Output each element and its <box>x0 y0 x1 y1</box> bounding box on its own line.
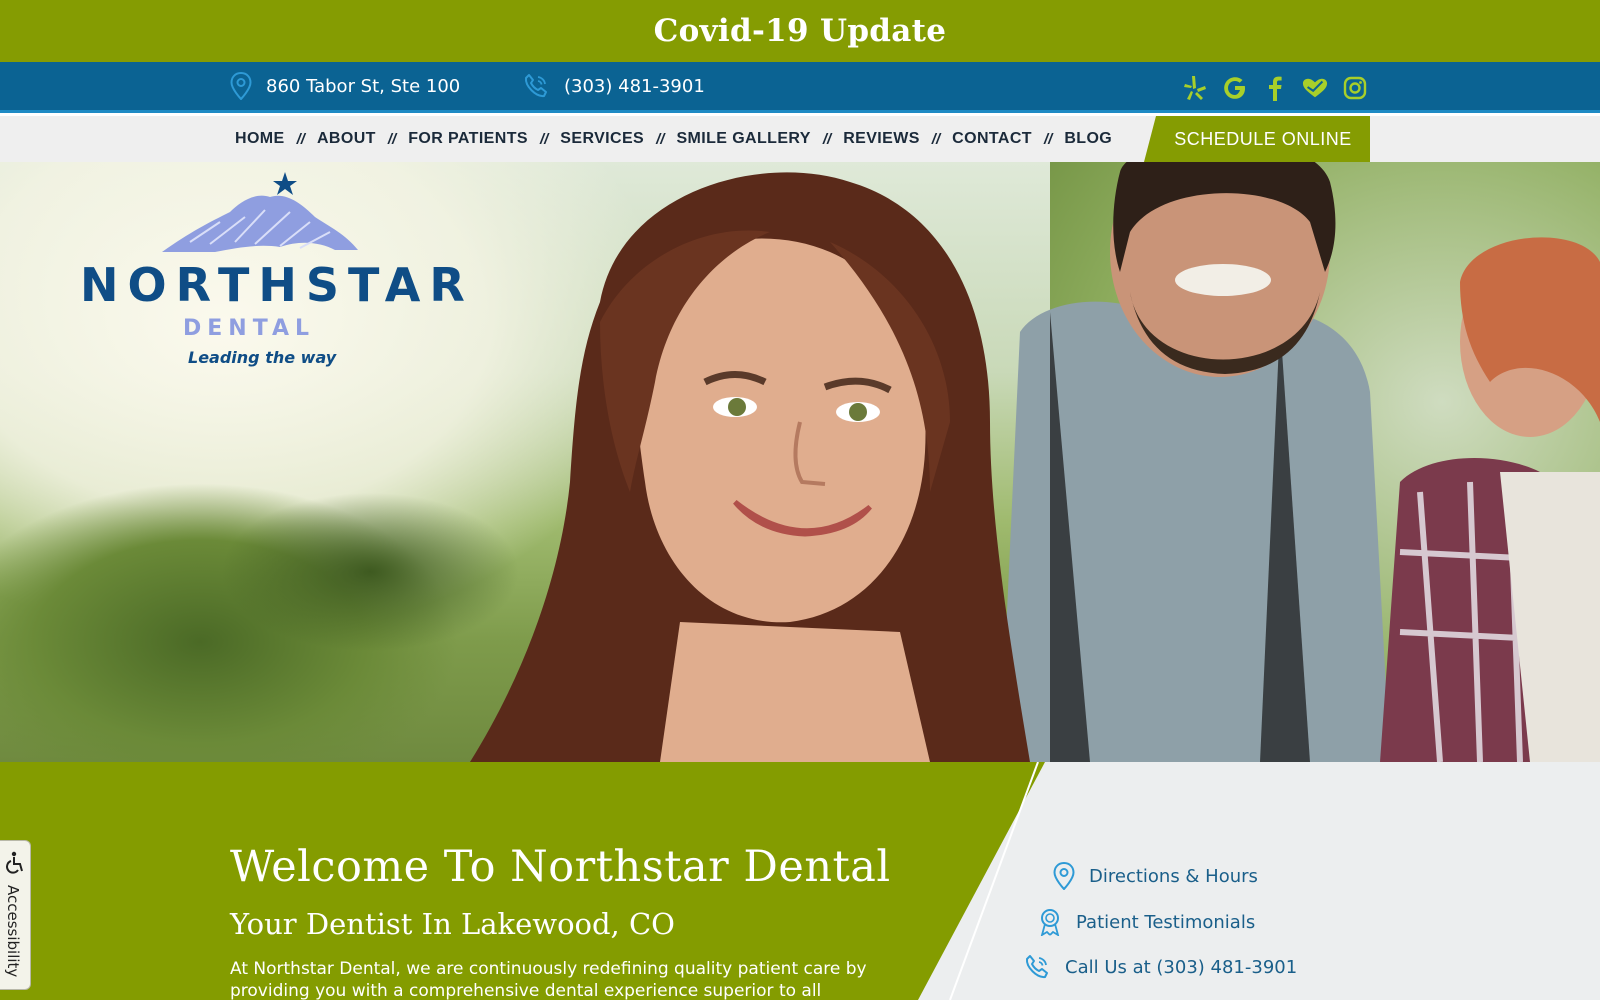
phone-icon <box>1025 955 1048 979</box>
instagram-icon[interactable] <box>1342 75 1368 101</box>
award-ribbon-icon <box>1040 909 1060 936</box>
welcome-title: Welcome To Northstar Dental <box>230 842 891 892</box>
nav-separator: // <box>656 130 665 148</box>
address-link[interactable]: 860 Tabor St, Ste 100 <box>230 70 460 102</box>
patient-testimonials-link[interactable]: Patient Testimonials <box>1038 908 1255 936</box>
social-links <box>1182 75 1368 101</box>
phone-link[interactable]: (303) 481-3901 <box>522 70 705 102</box>
phone-icon <box>524 74 547 98</box>
location-pin-icon <box>230 72 252 100</box>
nav-item-about[interactable]: ABOUT <box>317 130 376 148</box>
nav-item-blog[interactable]: BLOG <box>1064 130 1112 148</box>
mountain-star-logo-mark <box>162 172 358 252</box>
welcome-subtitle: Your Dentist In Lakewood, CO <box>230 907 675 941</box>
google-icon[interactable] <box>1222 75 1248 101</box>
nav-separator: // <box>296 130 305 148</box>
logo-name: NORTHSTAR <box>80 258 474 312</box>
nav-separator: // <box>1043 130 1053 148</box>
nav-separator: // <box>931 130 941 148</box>
nav-separator: // <box>822 130 832 148</box>
nav-item-contact[interactable]: CONTACT <box>952 130 1032 148</box>
northstar-logo[interactable]: NORTHSTAR DENTAL Leading the way <box>80 172 465 372</box>
nav-separator: // <box>387 130 397 148</box>
nav-item-smile-gallery[interactable]: SMILE GALLERY <box>676 130 810 148</box>
welcome-section: Welcome To Northstar Dental Your Dentist… <box>0 762 1600 1000</box>
patient-testimonials-label: Patient Testimonials <box>1076 911 1256 933</box>
directions-hours-link[interactable]: Directions & Hours <box>1053 862 1258 890</box>
yelp-icon[interactable] <box>1182 75 1208 101</box>
nav-item-for-patients[interactable]: FOR PATIENTS <box>408 130 528 148</box>
nav-item-services[interactable]: SERVICES <box>560 130 644 148</box>
accessibility-tab[interactable]: Accessibility <box>0 840 31 990</box>
contact-bar: 860 Tabor St, Ste 100 (303) 481-3901 <box>0 62 1600 113</box>
healthgrades-icon[interactable] <box>1302 75 1328 101</box>
covid-banner[interactable]: Covid-19 Update <box>0 0 1600 62</box>
nav-item-home[interactable]: HOME <box>235 130 285 148</box>
covid-banner-text[interactable]: Covid-19 Update <box>654 13 947 49</box>
smiling-woman-photo <box>470 172 1030 762</box>
logo-subtitle: DENTAL <box>183 316 316 341</box>
nav-separator: // <box>539 130 549 148</box>
bystander-photo <box>1380 237 1600 762</box>
nav-list: HOME // ABOUT // FOR PATIENTS // SERVICE… <box>235 116 1112 162</box>
facebook-icon[interactable] <box>1262 75 1288 101</box>
location-pin-icon <box>1053 862 1075 890</box>
schedule-online-button[interactable]: SCHEDULE ONLINE <box>1144 116 1370 162</box>
logo-tagline: Leading the way <box>188 348 337 367</box>
nav-item-reviews[interactable]: REVIEWS <box>843 130 920 148</box>
directions-hours-label: Directions & Hours <box>1089 865 1258 887</box>
address-text: 860 Tabor St, Ste 100 <box>266 75 461 97</box>
phone-text: (303) 481-3901 <box>564 75 705 97</box>
accessibility-label: Accessibility <box>4 885 22 978</box>
call-us-label: Call Us at (303) 481-3901 <box>1065 956 1298 978</box>
wheelchair-icon <box>6 851 23 874</box>
welcome-body: At Northstar Dental, we are continuously… <box>230 959 867 1000</box>
call-us-link[interactable]: Call Us at (303) 481-3901 <box>1023 953 1297 981</box>
